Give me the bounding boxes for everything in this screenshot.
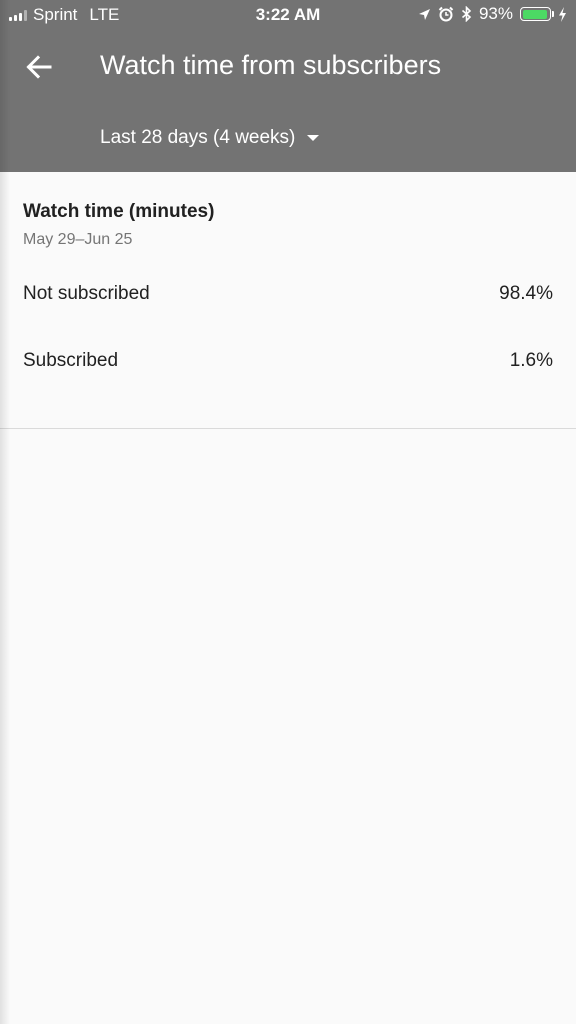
row-value: 1.6% — [509, 350, 553, 371]
status-right: 93% — [418, 4, 567, 24]
row-label: Not subscribed — [23, 283, 150, 304]
alarm-clock-icon — [438, 6, 454, 22]
date-range: May 29–Jun 25 — [23, 231, 133, 248]
screen: Sprint LTE 3:22 AM 93% Watch time from s… — [0, 0, 576, 1024]
location-arrow-icon — [418, 8, 430, 20]
list-item: Subscribed 1.6% — [23, 350, 553, 372]
page-title: Watch time from subscribers — [100, 50, 442, 80]
list-item: Not subscribed 98.4% — [23, 283, 553, 305]
battery-icon — [520, 7, 554, 21]
battery-percent: 93% — [478, 4, 513, 23]
card-title: Watch time (minutes) — [23, 201, 215, 222]
app-header: Sprint LTE 3:22 AM 93% Watch time from s… — [0, 0, 576, 172]
charging-bolt-icon — [559, 6, 566, 22]
period-label: Last 28 days (4 weeks) — [100, 127, 296, 148]
row-label: Subscribed — [23, 350, 119, 371]
bluetooth-icon — [461, 6, 472, 22]
row-value: 98.4% — [499, 283, 553, 304]
back-button[interactable] — [22, 50, 56, 84]
dropdown-arrow-icon — [307, 135, 320, 141]
period-dropdown[interactable]: Last 28 days (4 weeks) — [100, 127, 320, 149]
watch-time-card: Watch time (minutes) May 29–Jun 25 Not s… — [0, 172, 576, 429]
status-bar: Sprint LTE 3:22 AM 93% — [0, 0, 576, 30]
arrow-left-icon — [26, 55, 52, 79]
battery-fill — [522, 9, 547, 19]
